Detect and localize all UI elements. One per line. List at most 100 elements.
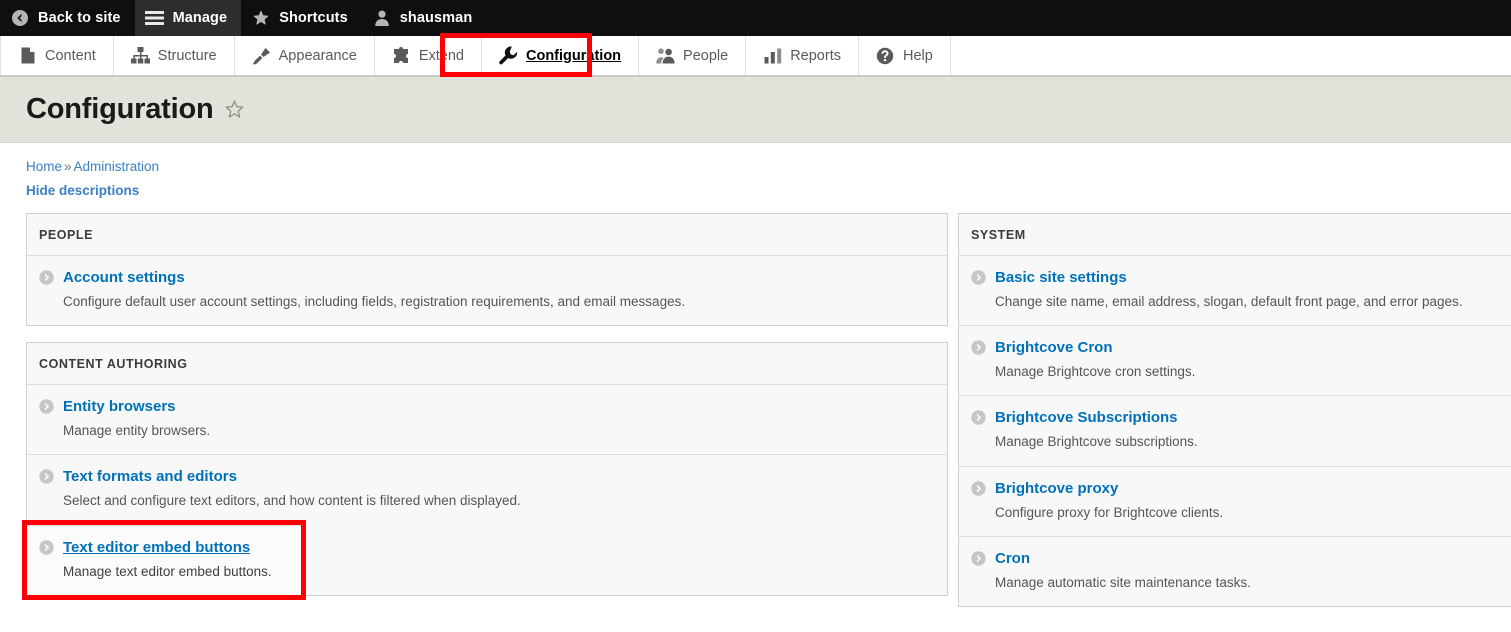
- configuration-columns: PEOPLE Account settings Configure defaul…: [0, 198, 1511, 623]
- question-circle-icon: [876, 46, 895, 65]
- panel-body: Entity browsers Manage entity browsers. …: [22, 385, 947, 600]
- breadcrumb: Home» Administration: [0, 143, 1511, 174]
- sitemap-icon: [130, 46, 150, 65]
- config-entry-title[interactable]: Cron: [971, 550, 1511, 567]
- tab-structure[interactable]: Structure: [114, 36, 235, 75]
- panel-system: SYSTEM Basic site settings Change site n…: [958, 213, 1511, 608]
- config-entry-description: Manage text editor embed buttons.: [63, 563, 272, 579]
- tab-label: Help: [902, 47, 933, 64]
- panel-heading: CONTENT AUTHORING: [27, 343, 947, 386]
- star-icon: [251, 8, 271, 28]
- panel-heading: PEOPLE: [27, 214, 947, 256]
- config-entry-account-settings[interactable]: Account settings Configure default user …: [27, 256, 947, 325]
- config-entry-link[interactable]: Cron: [995, 550, 1030, 567]
- config-entry-text-formats-and-editors[interactable]: Text formats and editors Select and conf…: [27, 454, 947, 524]
- config-entry-title[interactable]: Account settings: [39, 269, 935, 286]
- chevron-right-circle-icon: [971, 551, 986, 566]
- tab-label: Reports: [790, 47, 841, 64]
- chevron-right-circle-icon: [971, 340, 986, 355]
- people-icon: [656, 46, 675, 65]
- toolbar-item-shortcuts[interactable]: Shortcuts: [241, 0, 362, 36]
- panel-people: PEOPLE Account settings Configure defaul…: [26, 213, 948, 327]
- config-entry-title[interactable]: Brightcove Subscriptions: [971, 409, 1511, 426]
- hide-descriptions-link[interactable]: Hide descriptions: [26, 183, 139, 198]
- config-entry-title[interactable]: Text editor embed buttons: [39, 539, 289, 556]
- config-entry-description: Change site name, email address, slogan,…: [995, 294, 1463, 309]
- hamburger-icon: [145, 8, 165, 28]
- config-entry-link[interactable]: Basic site settings: [995, 269, 1127, 286]
- config-entry-link[interactable]: Text formats and editors: [63, 468, 237, 485]
- admin-menu-tabs: Content Structure Appearance Extend Conf…: [0, 33, 1511, 77]
- favorite-star-icon[interactable]: [224, 99, 245, 120]
- tab-reports[interactable]: Reports: [746, 36, 859, 75]
- chevron-right-circle-icon: [971, 410, 986, 426]
- config-entry-title[interactable]: Basic site settings: [971, 269, 1511, 286]
- config-entry-link[interactable]: Brightcove proxy: [995, 480, 1118, 497]
- config-entry-link[interactable]: Account settings: [63, 269, 185, 286]
- panel-content-authoring: CONTENT AUTHORING Entity browsers Manage…: [22, 342, 948, 600]
- config-entry-title[interactable]: Text formats and editors: [39, 468, 935, 485]
- config-entry-cron[interactable]: Cron Manage automatic site maintenance t…: [959, 535, 1511, 606]
- toolbar-item-user-account[interactable]: shausman: [362, 0, 487, 36]
- config-entry-basic-site-settings[interactable]: Basic site settings Change site name, em…: [959, 256, 1511, 325]
- config-entry-title[interactable]: Brightcove Cron: [971, 339, 1511, 356]
- tab-label: Appearance: [278, 47, 357, 64]
- chevron-right-circle-icon: [39, 270, 54, 285]
- config-entry-description: Manage entity browsers.: [63, 423, 211, 439]
- toolbar-item-manage[interactable]: Manage: [134, 0, 242, 36]
- toolbar-item-label: Shortcuts: [279, 10, 348, 26]
- chevron-right-circle-icon: [39, 399, 54, 414]
- page-title-band: Configuration: [0, 77, 1511, 143]
- toolbar-item-label: shausman: [399, 10, 473, 26]
- config-entry-description: Configure default user account settings,…: [63, 294, 686, 309]
- wrench-icon: [499, 46, 518, 65]
- tab-label: Configuration: [526, 47, 622, 64]
- file-icon: [18, 46, 37, 65]
- config-entry-description: Select and configure text editors, and h…: [63, 493, 521, 509]
- config-entry-text-editor-embed-buttons[interactable]: Text editor embed buttons Manage text ed…: [22, 519, 306, 600]
- admin-toolbar: Back to site Manage Shortcuts shausman: [0, 0, 1511, 36]
- user-icon: [372, 8, 392, 28]
- toolbar-item-label: Back to site: [38, 10, 121, 26]
- tab-label: Structure: [157, 47, 217, 64]
- config-entry-entity-browsers[interactable]: Entity browsers Manage entity browsers.: [27, 385, 947, 454]
- config-entry-link[interactable]: Brightcove Cron: [995, 339, 1113, 356]
- chevron-right-circle-icon: [971, 480, 986, 496]
- config-entry-description: Manage automatic site maintenance tasks.: [995, 574, 1251, 590]
- panel-body: Basic site settings Change site name, em…: [959, 256, 1511, 606]
- column-left: PEOPLE Account settings Configure defaul…: [22, 213, 948, 612]
- tab-help[interactable]: Help: [859, 36, 951, 75]
- breadcrumb-separator: »: [64, 159, 72, 174]
- breadcrumb-link-administration[interactable]: Administration: [74, 159, 160, 174]
- tab-content[interactable]: Content: [0, 36, 114, 75]
- config-entry-title[interactable]: Brightcove proxy: [971, 480, 1511, 497]
- chevron-right-circle-icon: [39, 469, 54, 485]
- config-entry-description: Configure proxy for Brightcove clients.: [995, 504, 1224, 520]
- config-entry-link[interactable]: Entity browsers: [63, 398, 176, 415]
- paintbrush-icon: [252, 46, 271, 65]
- chevron-right-circle-icon: [971, 270, 986, 285]
- tab-label: Content: [45, 47, 96, 64]
- tab-configuration[interactable]: Configuration: [482, 36, 640, 75]
- config-entry-brightcove-proxy[interactable]: Brightcove proxy Configure proxy for Bri…: [959, 465, 1511, 536]
- config-entry-title[interactable]: Entity browsers: [39, 398, 935, 415]
- config-entry-link[interactable]: Text editor embed buttons: [63, 539, 250, 556]
- panel-heading: SYSTEM: [959, 214, 1511, 256]
- tab-label: People: [683, 47, 729, 64]
- config-entry-brightcove-cron[interactable]: Brightcove Cron Manage Brightcove cron s…: [959, 325, 1511, 395]
- config-entry-description: Manage Brightcove cron settings.: [995, 364, 1196, 380]
- config-entry-description: Manage Brightcove subscriptions.: [995, 434, 1198, 450]
- tab-extend[interactable]: Extend: [375, 36, 482, 75]
- tab-label: Extend: [418, 47, 464, 64]
- bar-chart-icon: [763, 46, 782, 65]
- config-entry-link[interactable]: Brightcove Subscriptions: [995, 409, 1178, 426]
- config-entry-brightcove-subscriptions[interactable]: Brightcove Subscriptions Manage Brightco…: [959, 395, 1511, 465]
- tab-appearance[interactable]: Appearance: [235, 36, 375, 75]
- breadcrumb-link-home[interactable]: Home: [26, 159, 62, 174]
- panel-body: Account settings Configure default user …: [27, 256, 947, 325]
- hide-descriptions: Hide descriptions: [0, 174, 1511, 198]
- toolbar-item-back-to-site[interactable]: Back to site: [0, 0, 135, 36]
- tab-people[interactable]: People: [639, 36, 747, 75]
- toolbar-item-label: Manage: [172, 10, 228, 26]
- puzzle-icon: [392, 46, 411, 65]
